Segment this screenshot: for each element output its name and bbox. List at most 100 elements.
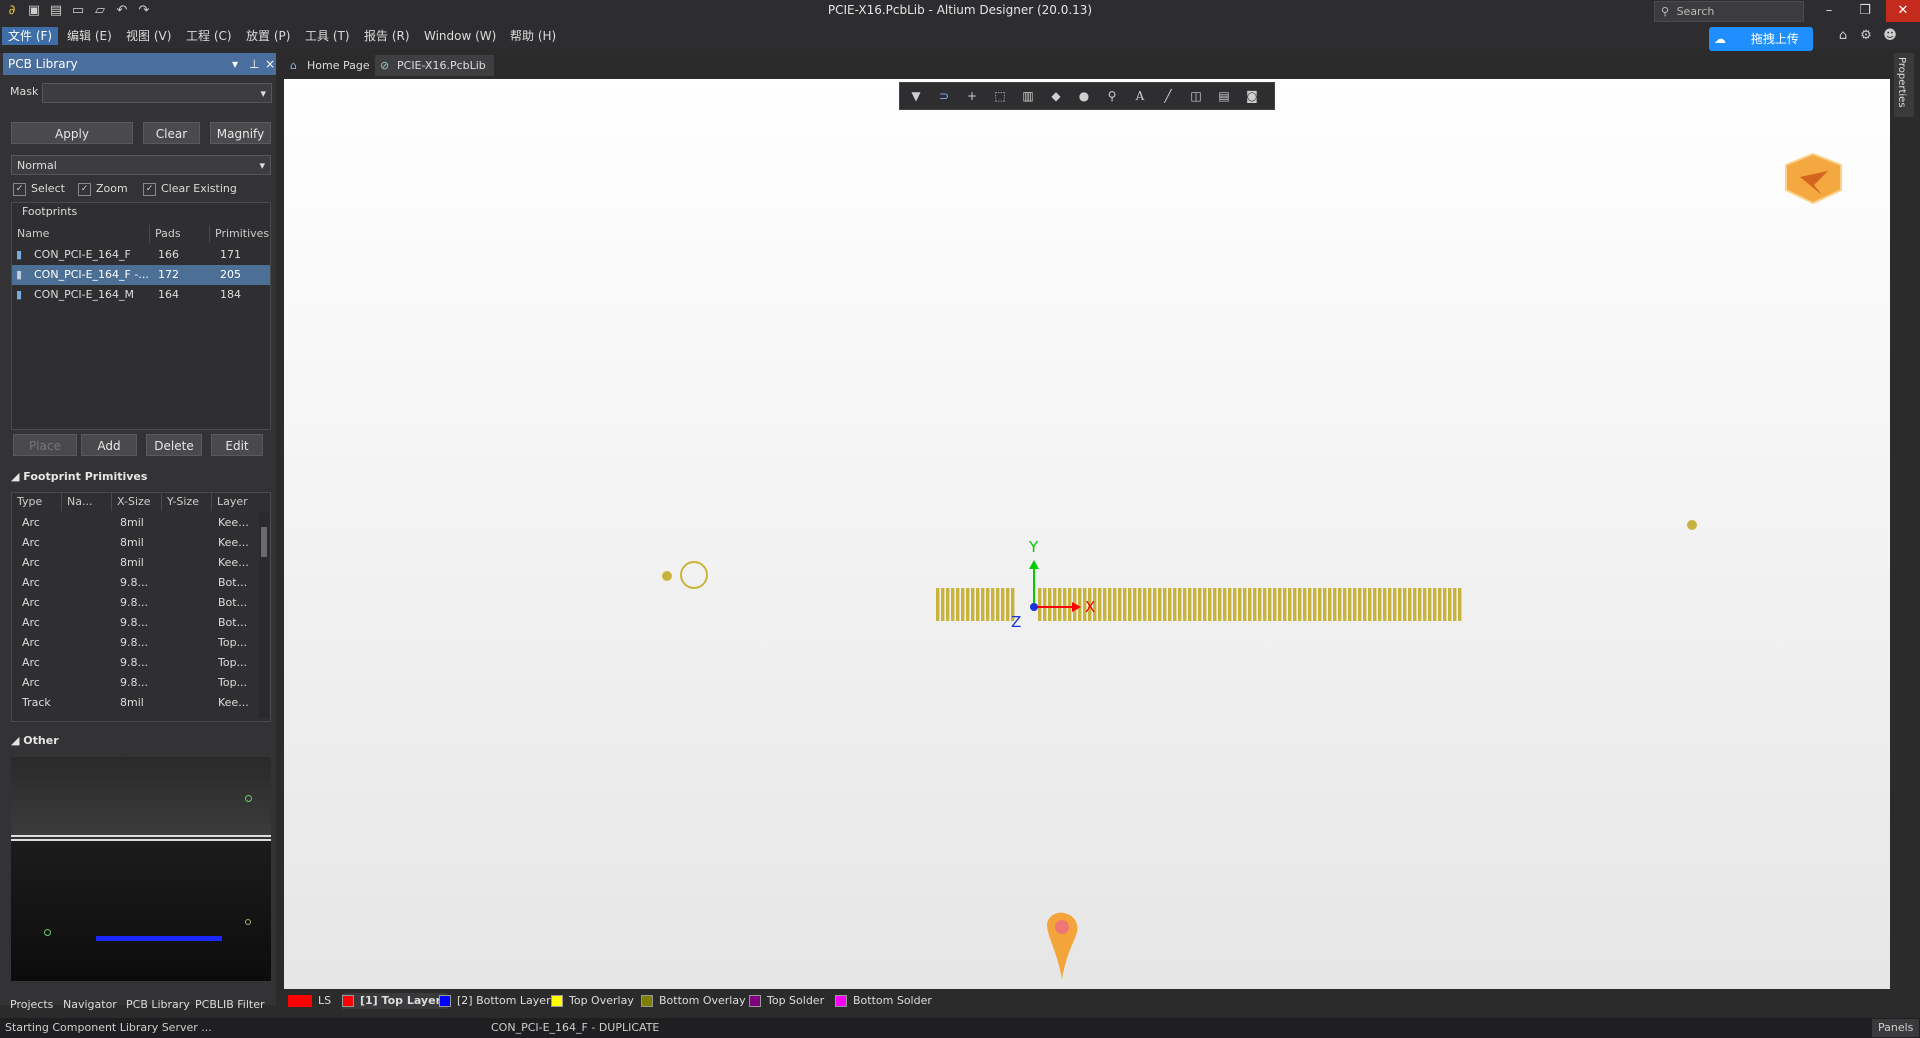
column-x-size[interactable]: X-Size [112,493,162,511]
menu-tools[interactable]: 工具 (T) [299,27,356,45]
home-icon[interactable]: ⌂ [1835,28,1851,44]
primitive-row[interactable]: Arc 9.8... Bot... [12,573,257,593]
menu-file[interactable]: 文件 (F) [2,27,59,45]
gear-icon[interactable]: ⚙ [1858,28,1874,44]
pad [1238,588,1242,621]
tab-home-page[interactable]: ⌂ Home Page [285,55,378,76]
layer-ls[interactable]: LS [288,993,331,1009]
pad [1053,588,1057,621]
restore-button[interactable]: ❐ [1850,0,1880,22]
pad-icon[interactable]: ● [1076,88,1092,104]
column-name[interactable]: Name [12,225,150,243]
route-icon[interactable]: ◆ [1048,88,1064,104]
pcb-drawing: Y X Z [662,152,1842,979]
tab-projects[interactable]: Projects [10,996,53,1014]
primitive-row[interactable]: Arc 8mil Kee... [12,533,257,553]
tab-pcblib-document[interactable]: ⊘ PCIE-X16.PcbLib [375,55,494,76]
scrollbar[interactable] [259,513,269,718]
column-name[interactable]: Na... [62,493,112,511]
search-input[interactable]: ⚲ Search [1654,1,1804,22]
primitive-row[interactable]: Arc 9.8... Top... [12,673,257,693]
properties-tab[interactable]: Properties [1894,53,1914,117]
pad [1058,588,1062,621]
layer-tabs: LS [1] Top Layer [2] Bottom Layer Top Ov… [284,990,1890,1012]
layer-top-solder[interactable]: Top Solder [749,993,824,1009]
snap-icon[interactable]: ⊃ [936,88,952,104]
edit-button[interactable]: Edit [211,434,263,456]
menu-edit[interactable]: 编辑 (E) [61,27,118,45]
delete-button[interactable]: Delete [146,434,202,456]
column-type[interactable]: Type [12,493,62,511]
column-primitives[interactable]: Primitives [210,225,272,243]
footprint-icon: ▮ [16,288,23,301]
pad [991,588,995,621]
line-icon[interactable]: ╱ [1160,88,1176,104]
panel-close-icon[interactable]: × [265,53,275,75]
mask-input[interactable]: ▾ [42,83,272,103]
layer-bottom-overlay[interactable]: Bottom Overlay [641,993,746,1009]
magnify-button[interactable]: Magnify [210,122,271,144]
tab-navigator[interactable]: Navigator [63,996,117,1014]
layer-top-overlay[interactable]: Top Overlay [551,993,634,1009]
menu-project[interactable]: 工程 (C) [180,27,238,45]
pad [1103,588,1107,621]
primitive-row[interactable]: Track 8mil Kee... [12,693,257,713]
apply-button[interactable]: Apply [11,122,133,144]
pad [1403,588,1407,621]
close-button[interactable]: ✕ [1886,0,1920,22]
region-icon[interactable]: ◙ [1244,88,1260,104]
zoom-checkbox[interactable]: ✓ Zoom [78,181,128,197]
primitive-row[interactable]: Arc 9.8... Bot... [12,593,257,613]
minimize-button[interactable]: – [1814,0,1844,22]
footprint-row-selected[interactable]: ▮ CON_PCI-E_164_F -... 172 205 [12,265,270,285]
column-pads[interactable]: Pads [150,225,210,243]
footprint-row[interactable]: ▮ CON_PCI-E_164_F 166 171 [12,245,270,265]
primitive-row[interactable]: Arc 9.8... Top... [12,653,257,673]
menu-window[interactable]: Window (W) [418,27,502,45]
layer-bottom[interactable]: [2] Bottom Layer [439,993,551,1009]
primitive-row[interactable]: Arc 8mil Kee... [12,513,257,533]
y-axis-label: Y [1028,538,1039,556]
upload-button[interactable]: ☁ 拖拽上传 [1709,27,1813,51]
primitive-type: Arc [22,636,40,649]
text-icon[interactable]: A [1132,88,1148,104]
pcb-canvas[interactable]: Y X Z [284,79,1890,989]
filter-icon[interactable]: ▼ [908,88,924,104]
crosshair-icon[interactable]: + [964,88,980,104]
place-button[interactable]: Place [13,434,77,456]
menu-place[interactable]: 放置 (P) [240,27,296,45]
tab-pcb-library[interactable]: PCB Library [126,996,190,1014]
user-icon[interactable]: ☻ [1882,28,1898,44]
pad [1348,588,1352,621]
menu-reports[interactable]: 报告 (R) [358,27,416,45]
other-header[interactable]: ◢ Other [11,734,59,747]
chart-icon[interactable]: ▤ [1216,88,1232,104]
footprint-primitives-header[interactable]: ◢ Footprint Primitives [11,470,147,483]
scrollbar-thumb[interactable] [261,527,267,557]
primitive-xsize: 8mil [120,536,144,549]
primitive-row[interactable]: Arc 8mil Kee... [12,553,257,573]
add-button[interactable]: Add [81,434,137,456]
mode-select[interactable]: Normal ▾ [11,155,271,175]
layer-bottom-solder[interactable]: Bottom Solder [835,993,932,1009]
pin-icon[interactable]: ⊥ [249,53,259,75]
clear-button[interactable]: Clear [143,122,200,144]
layer-top[interactable]: [1] Top Layer [342,993,447,1009]
align-icon[interactable]: ▥ [1020,88,1036,104]
clear-existing-checkbox[interactable]: ✓ Clear Existing [143,181,237,197]
via-icon[interactable]: ⚲ [1104,88,1120,104]
panel-menu-icon[interactable]: ▾ [232,53,238,75]
select-rect-icon[interactable]: ⬚ [992,88,1008,104]
menu-view[interactable]: 视图 (V) [120,27,177,45]
menu-help[interactable]: 帮助 (H) [504,27,562,45]
column-y-size[interactable]: Y-Size [162,493,212,511]
column-layer[interactable]: Layer [212,493,270,511]
pcblib-icon: ⊘ [380,59,390,72]
primitive-row[interactable]: Arc 9.8... Top... [12,633,257,653]
dimension-icon[interactable]: ◫ [1188,88,1204,104]
footprint-row[interactable]: ▮ CON_PCI-E_164_M 164 184 [12,285,270,305]
tab-pcblib-filter[interactable]: PCBLIB Filter [195,996,265,1014]
panels-button[interactable]: Panels [1872,1019,1920,1037]
primitive-row[interactable]: Arc 9.8... Bot... [12,613,257,633]
select-checkbox[interactable]: ✓ Select [13,181,65,197]
